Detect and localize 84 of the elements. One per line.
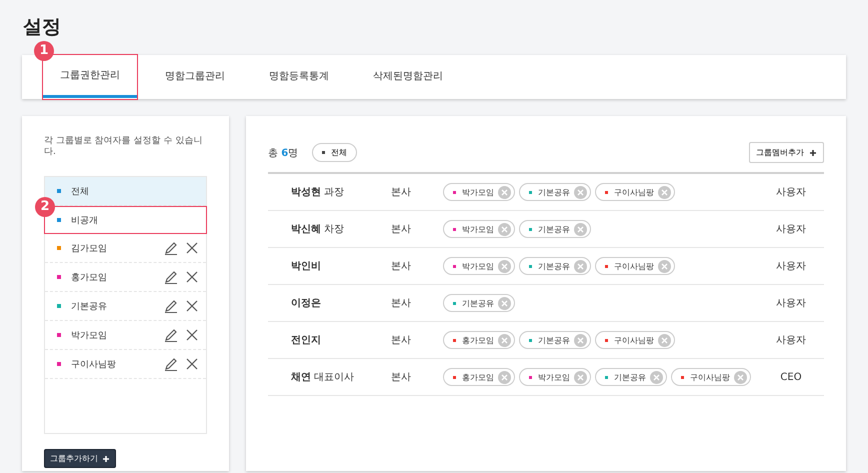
group-item[interactable]: 구이사님팡 — [45, 350, 206, 379]
pencil-icon[interactable] — [164, 357, 178, 371]
remove-icon[interactable] — [574, 260, 587, 272]
role-label: 사용자 — [775, 186, 807, 199]
remove-icon[interactable] — [658, 186, 671, 198]
tag-label: 박가모임 — [462, 186, 494, 198]
description: 각 그룹별로 참여자를 설정할 수 있습니다. — [44, 136, 204, 158]
remove-icon[interactable] — [658, 334, 671, 346]
remove-icon[interactable] — [574, 334, 587, 346]
remove-icon[interactable] — [498, 222, 511, 236]
tag-label: 구이사님팡 — [614, 334, 654, 346]
tag-label: 기본공유 — [538, 186, 570, 198]
tag-label: 홍가모임 — [462, 334, 494, 346]
tag-label: 홍가모임 — [462, 372, 494, 382]
tag-label: 구이사님팡 — [690, 372, 730, 382]
office-label: 본사 — [391, 371, 412, 384]
remove-icon[interactable] — [574, 222, 587, 236]
member-name: 박성현 과장 — [290, 186, 346, 199]
remove-icon[interactable] — [498, 186, 511, 198]
pencil-icon[interactable] — [164, 270, 178, 284]
remove-icon[interactable] — [498, 296, 511, 310]
role-label: CEO — [779, 372, 803, 382]
office-label: 본사 — [391, 186, 412, 199]
remove-icon[interactable] — [650, 370, 663, 384]
office-label: 본사 — [391, 297, 412, 310]
member-count: 총 6명 — [268, 146, 298, 160]
member-name: 전인지 — [290, 334, 322, 347]
role-label: 사용자 — [775, 260, 807, 273]
callout-badge: 1 — [34, 41, 54, 61]
tag-label: 구이사님팡 — [614, 186, 654, 198]
remove-icon[interactable] — [498, 260, 511, 272]
group-label: 구이사님팡 — [71, 358, 117, 370]
role-label: 사용자 — [775, 297, 807, 310]
add-group-button[interactable]: 그룹추가하기 — [44, 449, 116, 468]
close-icon[interactable] — [186, 358, 198, 370]
page-title: 설정 — [23, 15, 62, 40]
pencil-icon[interactable] — [164, 241, 178, 255]
role-label: 사용자 — [775, 223, 807, 236]
tab[interactable]: 명함등록통계 — [252, 55, 346, 99]
member-name: 박인비 — [290, 260, 322, 273]
callout-badge: 2 — [35, 197, 55, 217]
tab[interactable]: 삭제된명함관리 — [356, 55, 460, 99]
tag-label: 구이사님팡 — [614, 260, 654, 272]
office-label: 본사 — [391, 334, 412, 347]
tag-label: 박가모임 — [462, 224, 494, 234]
filter-chip[interactable]: 전체 — [312, 143, 358, 162]
tab[interactable]: 명함그룹관리 — [148, 55, 242, 99]
member-name: 채연 대표이사 — [290, 371, 356, 384]
close-icon[interactable] — [186, 300, 198, 312]
remove-icon[interactable] — [658, 260, 671, 272]
group-label: 박가모임 — [71, 330, 108, 342]
group-item[interactable]: 홍가모임 — [45, 263, 206, 292]
remove-icon[interactable] — [574, 370, 587, 384]
close-icon[interactable] — [186, 271, 198, 283]
remove-icon[interactable] — [498, 334, 511, 346]
group-label: 홍가모임 — [71, 272, 108, 284]
tag-label: 기본공유 — [538, 334, 570, 346]
group-item[interactable]: 기본공유 — [45, 292, 206, 321]
close-icon[interactable] — [186, 242, 198, 254]
group-label: 기본공유 — [71, 300, 108, 312]
office-label: 본사 — [391, 223, 412, 236]
tag-label: 기본공유 — [462, 298, 494, 308]
office-label: 본사 — [391, 260, 412, 273]
role-label: 사용자 — [775, 334, 807, 347]
group-label: 전체 — [71, 186, 90, 198]
tag-label: 기본공유 — [538, 224, 570, 234]
group-item[interactable]: 김가모임 — [45, 234, 206, 263]
group-item[interactable]: 박가모임 — [45, 321, 206, 350]
close-icon[interactable] — [186, 329, 198, 341]
add-member-button[interactable]: 그룹멤버추가 — [749, 142, 824, 163]
group-label: 김가모임 — [71, 242, 108, 254]
remove-icon[interactable] — [498, 370, 511, 384]
plus-icon[interactable] — [809, 148, 817, 156]
member-name: 박신혜 차장 — [290, 223, 346, 236]
remove-icon[interactable] — [574, 186, 587, 198]
tag-label: 박가모임 — [462, 260, 494, 272]
pencil-icon[interactable] — [164, 328, 178, 342]
member-name: 이정은 — [290, 297, 322, 310]
tag-label: 기본공유 — [614, 372, 646, 382]
pencil-icon[interactable] — [164, 299, 178, 313]
remove-icon[interactable] — [734, 370, 747, 384]
group-label: 비공개 — [71, 214, 99, 226]
tag-label: 기본공유 — [538, 260, 570, 272]
tag-label: 박가모임 — [538, 372, 570, 382]
